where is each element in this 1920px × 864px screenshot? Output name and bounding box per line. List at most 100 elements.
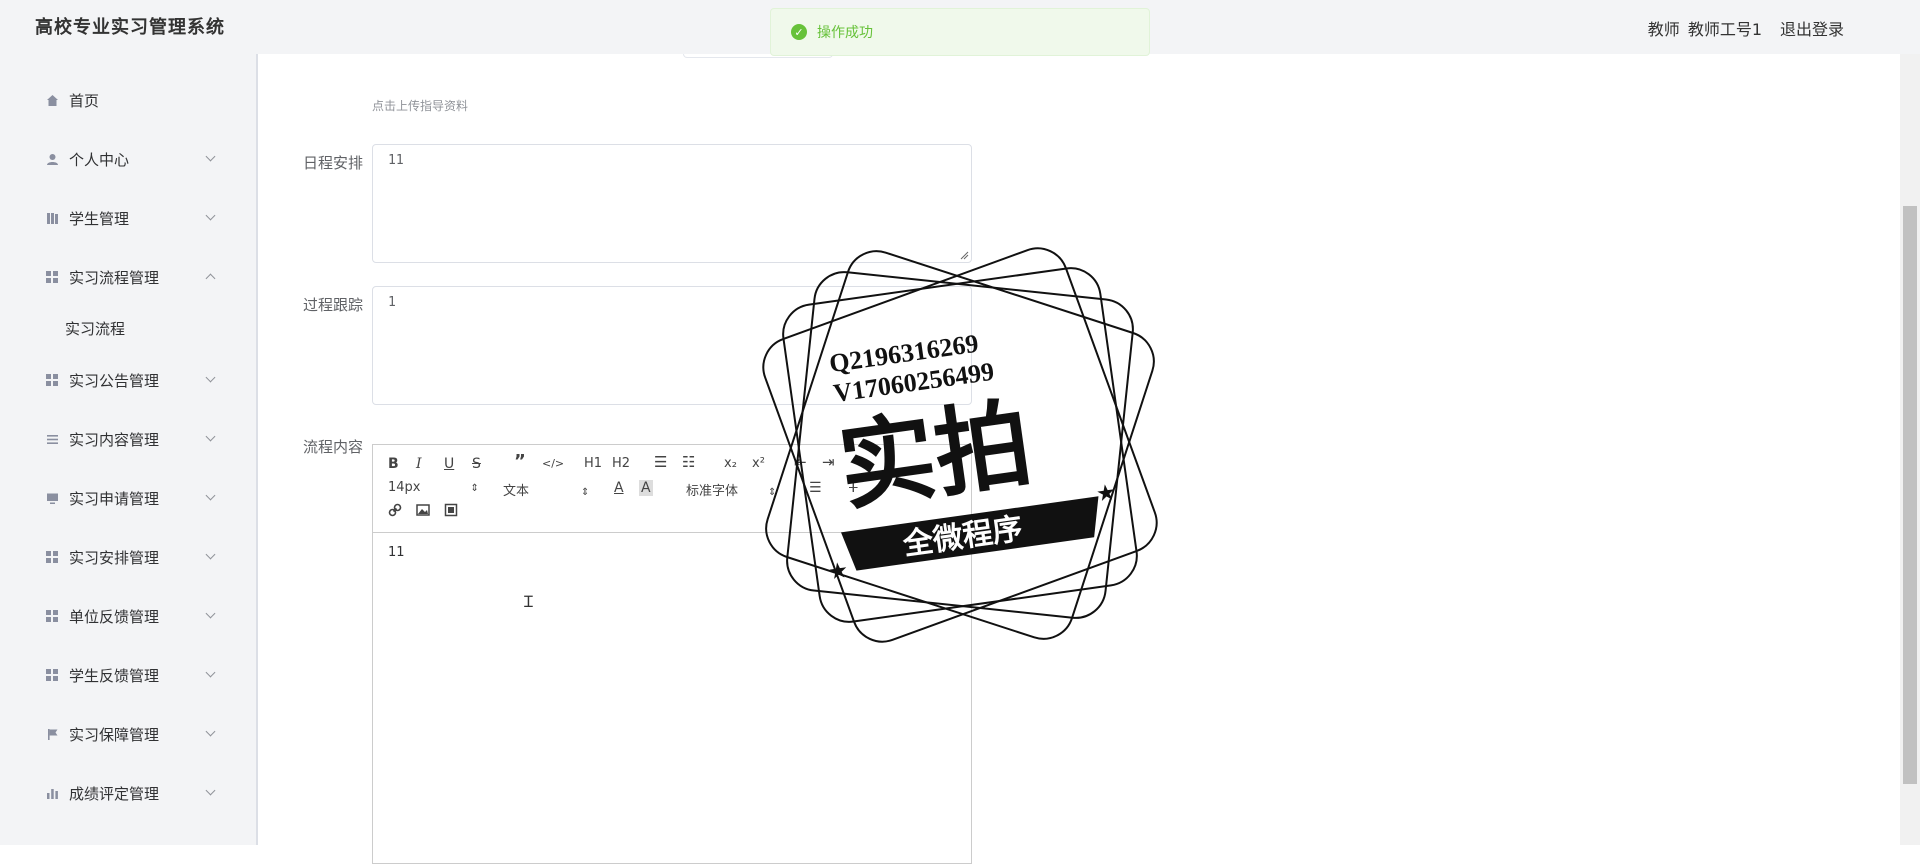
sidebar-item-unit-feedback[interactable]: 单位反馈管理 bbox=[20, 588, 230, 644]
flag-icon bbox=[45, 727, 59, 741]
sidebar-item-label: 学生管理 bbox=[69, 209, 130, 228]
indent-icon[interactable]: ⇥ bbox=[822, 454, 835, 470]
chevron-down-icon bbox=[205, 608, 216, 619]
sidebar-item-home[interactable]: 首页 bbox=[20, 72, 230, 128]
sidebar-item-profile[interactable]: 个人中心 bbox=[20, 131, 230, 187]
grid-icon bbox=[45, 373, 59, 387]
sidebar-item-applications[interactable]: 实习申请管理 bbox=[20, 470, 230, 526]
h1-button[interactable]: H1 bbox=[584, 456, 602, 472]
editor-content[interactable]: 11 bbox=[373, 533, 971, 572]
font-family-select[interactable]: 标准字体 ⇕ bbox=[686, 480, 776, 499]
tracking-textarea[interactable]: 1 bbox=[372, 286, 972, 405]
chevron-down-icon bbox=[205, 785, 216, 796]
chevron-down-icon bbox=[205, 431, 216, 442]
chevron-down-icon bbox=[205, 490, 216, 501]
ordered-list-icon[interactable]: ☰ bbox=[654, 454, 667, 470]
grid-icon bbox=[45, 668, 59, 682]
schedule-textarea[interactable]: 11 bbox=[372, 144, 972, 263]
check-circle-icon: ✓ bbox=[791, 24, 807, 40]
app-title: 高校专业实习管理系统 bbox=[35, 17, 225, 38]
sidebar-item-notices[interactable]: 实习公告管理 bbox=[20, 352, 230, 408]
image-icon[interactable] bbox=[416, 503, 430, 521]
sidebar-subitem-process[interactable]: 实习流程 bbox=[65, 318, 125, 339]
bold-icon[interactable]: B bbox=[388, 456, 399, 472]
strike-icon[interactable]: S bbox=[472, 456, 481, 472]
font-family-value: 标准字体 bbox=[686, 484, 739, 499]
subscript-icon[interactable]: x₂ bbox=[724, 456, 737, 472]
font-size-select[interactable]: 14px ⇕ bbox=[388, 480, 479, 495]
sidebar: 首页 个人中心 学生管理 实习流程管理 实习流程 实习公告管理 实习内容管理 实… bbox=[0, 54, 258, 845]
sidebar-item-grading[interactable]: 成绩评定管理 bbox=[20, 765, 230, 821]
tracking-label: 过程跟踪 bbox=[303, 296, 364, 314]
chevron-down-icon bbox=[205, 210, 216, 221]
clear-format-icon[interactable]: T bbox=[849, 480, 858, 496]
list-icon bbox=[45, 432, 59, 446]
link-icon[interactable] bbox=[388, 503, 402, 521]
bullet-list-icon[interactable]: ☷ bbox=[682, 454, 695, 470]
background-color-icon[interactable]: A bbox=[639, 480, 653, 496]
sidebar-item-safeguards[interactable]: 实习保障管理 bbox=[20, 706, 230, 762]
sidebar-item-arrangements[interactable]: 实习安排管理 bbox=[20, 529, 230, 585]
sidebar-item-label: 成绩评定管理 bbox=[69, 784, 160, 803]
text-cursor-icon: Ɪ bbox=[524, 592, 533, 611]
grid-icon bbox=[45, 609, 59, 623]
block-type-value: 文本 bbox=[503, 484, 530, 499]
user-info: 教师 教师工号1 bbox=[1648, 16, 1762, 40]
sidebar-item-process[interactable]: 实习流程管理 bbox=[20, 249, 230, 305]
video-icon[interactable] bbox=[444, 503, 458, 521]
user-account: 教师工号1 bbox=[1687, 20, 1762, 39]
sidebar-item-student-feedback[interactable]: 学生反馈管理 bbox=[20, 647, 230, 703]
sidebar-item-label: 实习流程管理 bbox=[69, 268, 160, 287]
toast-message: 操作成功 bbox=[817, 25, 873, 41]
schedule-label: 日程安排 bbox=[303, 154, 364, 172]
rich-text-editor: B I U S ” </> H1 H2 ☰ ☷ x₂ x² ⇤ ⇥ 14px ⇕ … bbox=[372, 444, 972, 864]
content-label: 流程内容 bbox=[303, 438, 364, 456]
superscript-icon[interactable]: x² bbox=[752, 456, 765, 472]
tracking-value: 1 bbox=[388, 295, 396, 310]
chevron-down-icon bbox=[205, 726, 216, 737]
star-icon: ★ bbox=[1095, 480, 1118, 508]
outdent-icon[interactable]: ⇤ bbox=[794, 454, 807, 470]
font-size-value: 14px bbox=[388, 480, 421, 495]
block-type-select[interactable]: 文本 ⇕ bbox=[503, 480, 589, 499]
sidebar-item-students[interactable]: 学生管理 bbox=[20, 190, 230, 246]
bar-chart-icon bbox=[45, 786, 59, 800]
grid-icon bbox=[45, 270, 59, 284]
blockquote-icon[interactable]: ” bbox=[514, 453, 526, 471]
user-icon bbox=[45, 152, 59, 166]
page-scrollbar[interactable] bbox=[1900, 54, 1920, 845]
upload-hint: 点击上传指导资料 bbox=[372, 99, 469, 113]
logout-button[interactable]: 退出登录 bbox=[1780, 16, 1844, 40]
select-arrows-icon: ⇕ bbox=[470, 483, 479, 494]
sidebar-item-label: 实习保障管理 bbox=[69, 725, 160, 744]
home-icon bbox=[45, 93, 59, 107]
chevron-down-icon bbox=[205, 151, 216, 162]
sidebar-item-label: 实习公告管理 bbox=[69, 371, 160, 390]
sidebar-item-label: 实习内容管理 bbox=[69, 430, 160, 449]
sidebar-item-label: 单位反馈管理 bbox=[69, 607, 160, 626]
sidebar-item-label: 首页 bbox=[69, 91, 100, 110]
underline-icon[interactable]: U bbox=[444, 456, 454, 472]
sidebar-item-content[interactable]: 实习内容管理 bbox=[20, 411, 230, 467]
chevron-up-icon bbox=[205, 273, 216, 284]
editor-content-value: 11 bbox=[388, 545, 405, 560]
italic-icon[interactable]: I bbox=[416, 456, 422, 472]
schedule-value: 11 bbox=[388, 153, 404, 168]
select-arrows-icon: ⇕ bbox=[581, 487, 590, 498]
book-icon bbox=[45, 211, 59, 225]
font-color-icon[interactable]: A bbox=[614, 480, 624, 496]
align-icon[interactable]: ☰ bbox=[809, 480, 822, 496]
monitor-icon bbox=[45, 491, 59, 505]
chevron-down-icon bbox=[205, 549, 216, 560]
editor-toolbar: B I U S ” </> H1 H2 ☰ ☷ x₂ x² ⇤ ⇥ 14px ⇕ … bbox=[373, 445, 971, 533]
h2-button[interactable]: H2 bbox=[612, 456, 630, 472]
scrollbar-thumb[interactable] bbox=[1903, 206, 1917, 784]
sidebar-item-label: 学生反馈管理 bbox=[69, 666, 160, 685]
grid-icon bbox=[45, 550, 59, 564]
chevron-down-icon bbox=[205, 372, 216, 383]
chevron-down-icon bbox=[205, 667, 216, 678]
resize-handle-icon[interactable] bbox=[959, 250, 969, 260]
success-toast: ✓ 操作成功 bbox=[770, 8, 1150, 56]
user-role: 教师 bbox=[1647, 20, 1680, 39]
code-icon[interactable]: </> bbox=[542, 456, 564, 472]
